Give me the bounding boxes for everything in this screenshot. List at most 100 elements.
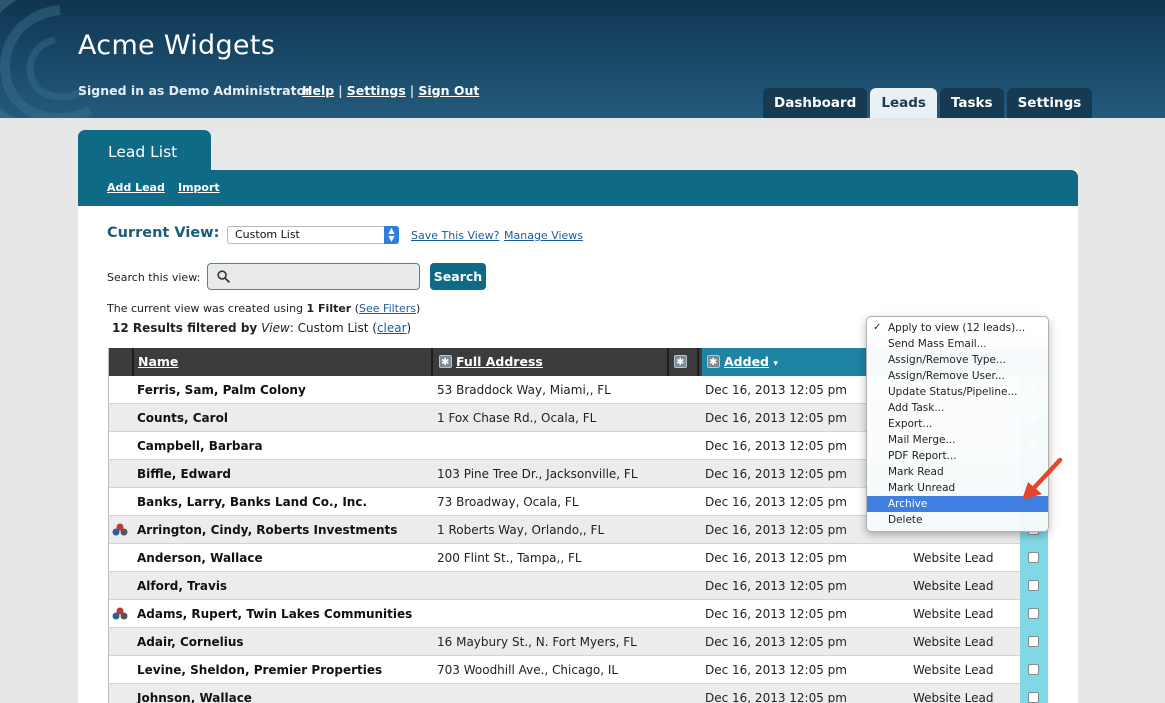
search-field[interactable] [207,263,420,290]
lead-added: Dec 16, 2013 12:05 pm [705,635,847,649]
row-checkbox[interactable] [1028,608,1039,619]
table-row[interactable]: Adair, Cornelius 16 Maybury St., N. Fort … [108,628,1048,656]
save-view-link[interactable]: Save This View? [411,229,499,242]
help-link[interactable]: Help [302,83,334,98]
tab-tasks[interactable]: Tasks [939,88,1004,118]
filter-count: 1 Filter [306,302,352,315]
lead-name[interactable]: Ferris, Sam, Palm Colony [137,376,306,404]
table-row[interactable]: Alford, Travis Dec 16, 2013 12:05 pm Websi… [108,572,1048,600]
menu-item[interactable]: Add Task... [867,400,1048,416]
settings-link[interactable]: Settings [347,83,406,98]
current-view-label: Current View: [107,225,220,241]
lead-name[interactable]: Adams, Rupert, Twin Lakes Communities [137,600,412,628]
lead-added: Dec 16, 2013 12:05 pm [705,691,847,703]
search-input[interactable] [236,267,414,286]
col-name-label[interactable]: Name [138,354,178,369]
lead-name[interactable]: Banks, Larry, Banks Land Co., Inc. [137,488,367,516]
filter-summary: The current view was created using 1 Fil… [107,302,421,315]
search-icon [217,270,230,283]
main-nav: Dashboard Leads Tasks Settings [763,88,1093,118]
table-row[interactable]: Levine, Sheldon, Premier Properties 703 W… [108,656,1048,684]
col-address[interactable]: Full Address [439,348,543,377]
row-checkbox[interactable] [1028,636,1039,647]
lead-added: Dec 16, 2013 12:05 pm [705,411,847,425]
menu-item[interactable]: Apply to view (12 leads)... [867,320,1048,336]
red-arrow-annotation [1022,457,1063,500]
current-view-value: Custom List [235,228,300,241]
lead-name[interactable]: Adair, Cornelius [137,628,244,656]
row-select-cell [1020,544,1048,572]
results-summary: 12 Results filtered by View: Custom List… [112,321,411,335]
row-select-cell [1020,572,1048,600]
lead-type: Website Lead [913,607,994,621]
results-view-word: View [261,321,290,335]
table-row[interactable]: Johnson, Wallace Dec 16, 2013 12:05 pm Web… [108,684,1048,703]
contact-group-icon [112,607,128,620]
sort-desc-icon: ▾ [773,359,778,369]
search-button[interactable]: Search [430,263,486,290]
link-separator: | [338,83,343,98]
lead-name[interactable]: Levine, Sheldon, Premier Properties [137,656,382,684]
col-extra[interactable] [674,348,691,377]
menu-item[interactable]: Update Status/Pipeline... [867,384,1048,400]
lead-name[interactable]: Arrington, Cindy, Roberts Investments [137,516,397,544]
row-checkbox[interactable] [1028,580,1039,591]
lead-name[interactable]: Johnson, Wallace [137,684,252,703]
app-header: Acme Widgets Signed in as Demo Administr… [0,0,1165,118]
gear-icon[interactable] [439,349,452,377]
tab-settings[interactable]: Settings [1006,88,1093,118]
table-row[interactable]: Adams, Rupert, Twin Lakes Communities Dec… [108,600,1048,628]
lead-added: Dec 16, 2013 12:05 pm [705,663,847,677]
import-link[interactable]: Import [178,181,220,194]
results-count: 12 Results filtered by [112,321,258,335]
panel-subnav: Add Lead Import [78,170,1078,206]
col-name[interactable]: Name [138,348,178,376]
gear-icon[interactable] [674,349,687,377]
lead-type: Website Lead [913,691,994,703]
add-lead-link[interactable]: Add Lead [107,181,165,194]
col-address-label[interactable]: Full Address [456,354,543,369]
manage-views-link[interactable]: Manage Views [504,229,583,242]
lead-address: 703 Woodhill Ave., Chicago, IL [437,663,619,677]
tab-dashboard[interactable]: Dashboard [763,88,868,118]
column-divider [132,348,134,376]
results-view-name: : Custom List ( [289,321,377,335]
lead-added: Dec 16, 2013 12:05 pm [705,467,847,481]
lead-type: Website Lead [913,551,994,565]
row-checkbox[interactable] [1028,664,1039,675]
lead-added: Dec 16, 2013 12:05 pm [705,607,847,621]
lead-added: Dec 16, 2013 12:05 pm [705,383,847,397]
filter-prefix: The current view was created using [107,302,304,315]
row-select-cell [1020,656,1048,684]
row-select-cell [1020,684,1048,703]
account-links: Help | Settings | Sign Out [302,83,479,98]
row-checkbox[interactable] [1028,552,1039,563]
lead-list-tab[interactable]: Lead List [78,130,211,170]
lead-name[interactable]: Alford, Travis [137,572,227,600]
row-checkbox[interactable] [1028,692,1039,703]
menu-item[interactable]: Mail Merge... [867,432,1048,448]
lead-address: 1 Fox Chase Rd., Ocala, FL [437,411,597,425]
results-close-paren: ) [406,321,412,335]
lead-name[interactable]: Biffle, Edward [137,460,231,488]
panel-tab-strip [78,130,1078,170]
link-separator: | [409,83,415,98]
column-divider [697,348,699,376]
clear-filter-link[interactable]: clear [377,321,407,335]
menu-item[interactable]: Assign/Remove User... [867,368,1048,384]
lead-name[interactable]: Counts, Carol [137,404,228,432]
lead-name[interactable]: Campbell, Barbara [137,432,263,460]
tab-leads[interactable]: Leads [870,88,937,118]
menu-item[interactable]: Export... [867,416,1048,432]
menu-item[interactable]: Assign/Remove Type... [867,352,1048,368]
menu-item[interactable]: Delete [867,512,1048,528]
sign-out-link[interactable]: Sign Out [418,83,479,98]
col-added-label[interactable]: Added [724,354,769,369]
current-view-select[interactable]: Custom List ▲ ▼ [227,226,399,244]
see-filters-link[interactable]: See Filters [359,302,416,315]
lead-name[interactable]: Anderson, Wallace [137,544,263,572]
table-row[interactable]: Anderson, Wallace 200 Flint St., Tampa,, … [108,544,1048,572]
gear-icon[interactable] [707,349,720,377]
select-arrows-icon: ▲ ▼ [384,226,399,244]
menu-item[interactable]: Send Mass Email... [867,336,1048,352]
